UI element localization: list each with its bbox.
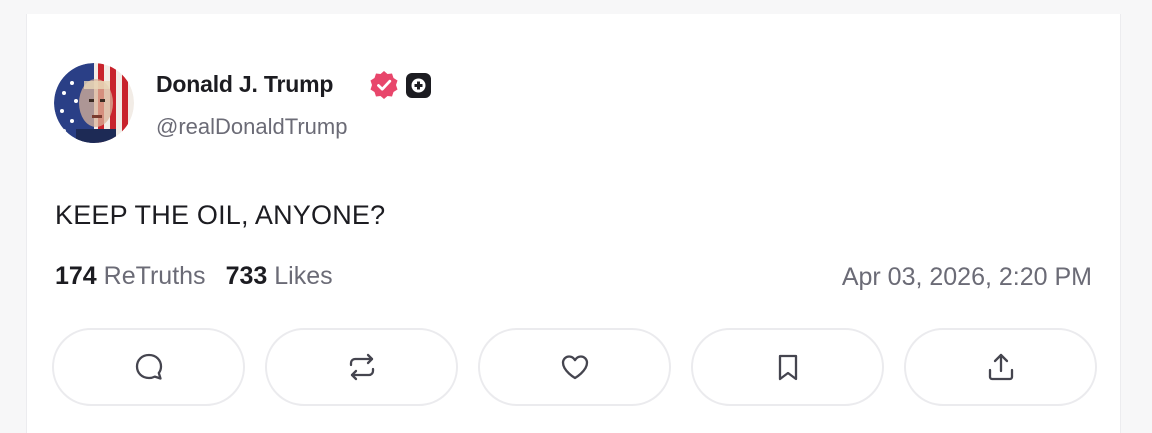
action-bar <box>52 328 1099 408</box>
post-card: Donald J. Trump @realDonaldTrump KEEP TH… <box>26 14 1121 433</box>
verified-badge-icon <box>370 71 398 99</box>
bookmark-icon <box>778 354 797 381</box>
like-button[interactable] <box>478 328 671 406</box>
retruths-count: 174 <box>55 262 97 290</box>
retruth-button[interactable] <box>265 328 458 406</box>
american-flag-portrait-avatar-icon <box>54 63 134 143</box>
post-timestamp[interactable]: Apr 03, 2026, 2:20 PM <box>842 263 1092 292</box>
author-handle[interactable]: @realDonaldTrump <box>156 114 347 140</box>
likes-label: Likes <box>274 262 333 290</box>
comment-icon <box>135 353 162 380</box>
share-button[interactable] <box>904 328 1097 406</box>
retruth-icon <box>349 353 374 381</box>
likes-count: 733 <box>225 262 268 290</box>
heart-icon <box>561 355 588 380</box>
share-icon <box>988 353 1013 381</box>
post-stats: 174 ReTruths 733 Likes <box>55 262 333 291</box>
retruths-label: ReTruths <box>103 262 206 290</box>
reply-button[interactable] <box>52 328 245 406</box>
author-name[interactable]: Donald J. Trump <box>156 71 333 98</box>
bookmark-button[interactable] <box>691 328 884 406</box>
likes-stat[interactable]: 733 Likes <box>226 262 333 290</box>
avatar[interactable] <box>54 63 134 143</box>
post-body-text: KEEP THE OIL, ANYONE? <box>55 200 386 230</box>
truth-plus-badge-icon <box>406 73 431 98</box>
retruths-stat[interactable]: 174 ReTruths <box>55 262 206 290</box>
